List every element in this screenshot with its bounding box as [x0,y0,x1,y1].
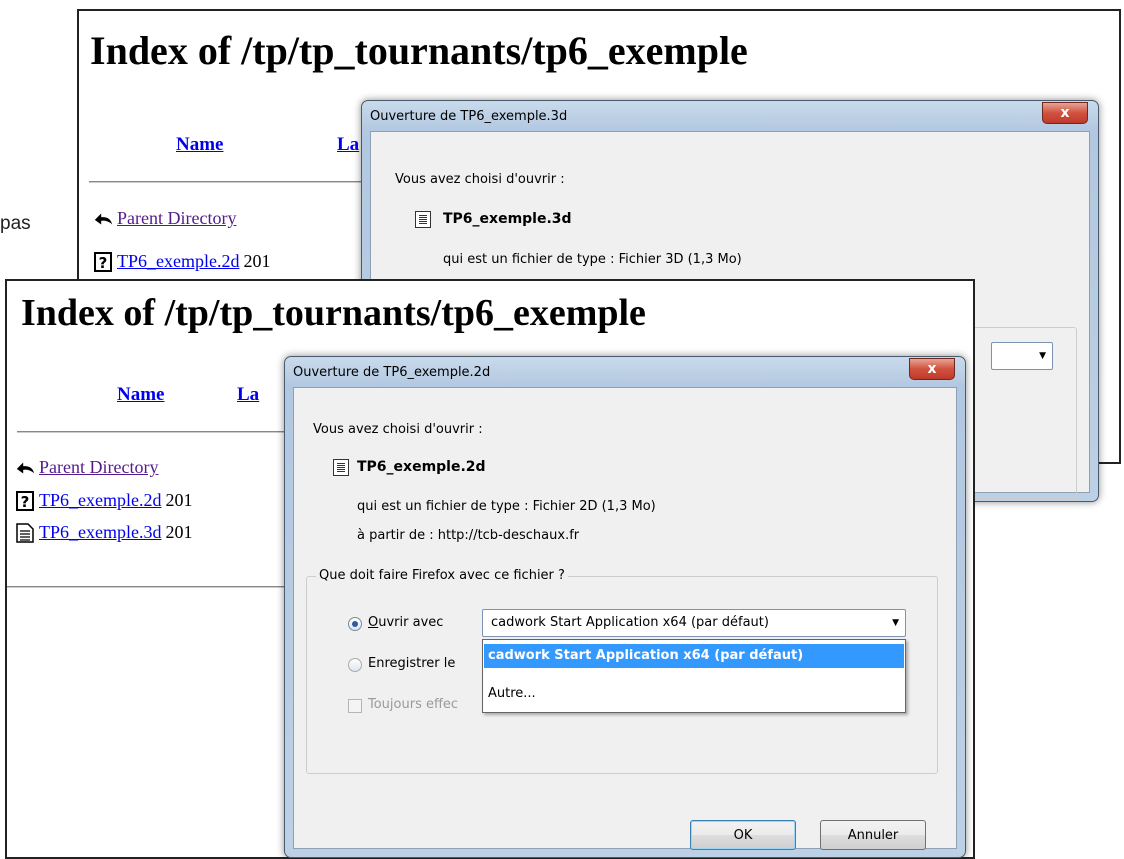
parent-directory-link[interactable]: Parent Directory [39,457,158,478]
combo-value: cadwork Start Application x64 (par défau… [491,615,769,630]
text-file-icon [15,522,35,543]
chevron-down-icon: ▼ [892,618,899,628]
dialog-type-line: qui est un fichier de type : Fichier 2D … [357,499,656,514]
dialog-intro: Vous avez choisi d'ouvrir : [395,172,565,187]
app-combo-partial[interactable]: ▼ [991,342,1053,370]
parent-directory-link[interactable]: Parent Directory [117,208,236,229]
divider [89,181,389,183]
file-date: 201 [165,490,193,510]
unknown-file-icon: ? [93,251,113,272]
file-date: 201 [243,251,271,271]
back-icon [15,458,35,478]
close-button[interactable]: x [1042,102,1088,124]
file-icon [333,459,349,476]
open-file-dialog-2d: Ouverture de TP6_exemple.2d x Vous avez … [284,356,966,858]
text-fragment: pas [0,213,31,234]
always-label: Toujours effec [368,697,459,712]
save-radio[interactable] [348,658,362,672]
svg-text:?: ? [99,254,108,272]
dropdown-option-cadwork[interactable]: cadwork Start Application x64 (par défau… [484,644,904,668]
dialog-type-line: qui est un fichier de type : Fichier 3D … [443,252,742,267]
cancel-button[interactable]: Annuler [820,820,926,850]
dialog-title: Ouverture de TP6_exemple.3d [370,109,568,124]
list-item: ? TP6_exemple.2d 201 [15,490,192,511]
always-checkbox[interactable] [348,699,362,713]
dialog-filename: TP6_exemple.2d [357,459,486,475]
dialog-filename: TP6_exemple.3d [443,211,572,227]
file-date: 201 [165,522,193,542]
unknown-file-icon: ? [15,490,35,511]
column-last-modified-link[interactable]: La [237,384,259,406]
svg-text:?: ? [21,493,30,511]
back-icon [93,209,113,229]
dialog-body: Vous avez choisi d'ouvrir : TP6_exemple.… [293,387,957,850]
open-with-radio[interactable] [348,617,362,631]
page-title: Index of /tp/tp_tournants/tp6_exemple [90,28,748,73]
app-dropdown-list: cadwork Start Application x64 (par défau… [482,639,906,713]
chevron-down-icon: ▼ [1039,351,1046,361]
column-last-modified-link[interactable]: La [337,134,359,156]
ok-button[interactable]: OK [690,820,796,850]
column-name-link[interactable]: Name [176,134,223,156]
close-button[interactable]: x [909,358,955,380]
app-combo[interactable]: cadwork Start Application x64 (par défau… [482,609,906,637]
page-title: Index of /tp/tp_tournants/tp6_exemple [21,292,646,334]
column-name-link[interactable]: Name [117,384,164,406]
dialog-title: Ouverture de TP6_exemple.2d [293,365,491,380]
close-icon: x [927,361,937,377]
open-with-label[interactable]: Ouvrir avec [368,615,443,630]
dropdown-option-other[interactable]: Autre... [484,682,904,706]
list-item: ? TP6_exemple.2d 201 [93,251,270,272]
divider [17,431,297,433]
open-with-label-rest: uvrir avec [378,615,444,630]
close-icon: x [1060,105,1070,121]
list-item: TP6_exemple.3d 201 [15,522,192,543]
group-legend: Que doit faire Firefox avec ce fichier ? [316,568,568,583]
list-item: Parent Directory [93,208,236,229]
file-link[interactable]: TP6_exemple.2d [117,251,239,272]
dialog-intro: Vous avez choisi d'ouvrir : [313,422,483,437]
file-link[interactable]: TP6_exemple.3d [39,522,161,543]
save-label[interactable]: Enregistrer le [368,656,455,671]
divider [7,586,287,588]
file-link[interactable]: TP6_exemple.2d [39,490,161,511]
file-icon [415,211,431,228]
list-item: Parent Directory [15,457,158,478]
dialog-source-line: à partir de : http://tcb-deschaux.fr [357,528,580,543]
